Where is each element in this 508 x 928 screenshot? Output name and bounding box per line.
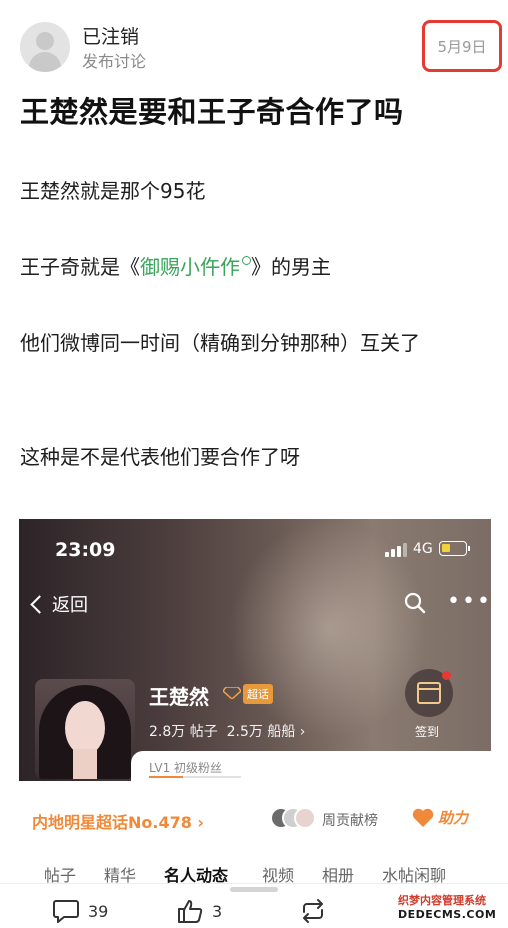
rank-link[interactable]: 内地明星超话No.478 ›	[32, 809, 204, 833]
search-icon	[242, 256, 251, 265]
battery-icon	[439, 541, 470, 556]
diamond-icon	[223, 687, 241, 699]
paragraph-4: 这种是不是代表他们要合作了呀	[20, 445, 300, 469]
repost-button[interactable]	[298, 898, 336, 924]
notification-dot	[442, 671, 451, 680]
sign-in-label: 签到	[415, 725, 440, 739]
like-button[interactable]: 3	[176, 898, 222, 924]
boost-button[interactable]: 助力	[412, 807, 468, 828]
weekly-contribution-link[interactable]: 周贡献榜	[322, 810, 378, 830]
super-topic-badge: 超话	[243, 684, 273, 704]
comment-icon	[53, 900, 79, 923]
sign-in-button[interactable]	[405, 669, 453, 717]
level-progress-fill	[149, 776, 184, 778]
bottom-action-bar: 39 3 织梦内容管理系统 DEDECMS.COM	[0, 883, 508, 928]
profile-name: 王楚然	[149, 685, 209, 709]
post-header: 已注销 发布讨论 5月9日	[0, 0, 508, 86]
network-label: 4G	[413, 541, 433, 557]
like-count: 3	[212, 901, 223, 921]
drag-handle[interactable]	[230, 887, 278, 892]
status-time: 23:09	[55, 539, 116, 561]
watermark-text: 织梦内容管理系统	[398, 894, 486, 907]
thumbs-up-icon	[178, 900, 203, 923]
search-icon[interactable]	[403, 591, 427, 615]
photo-face	[65, 701, 105, 755]
drama-link[interactable]: 御赐小仵作	[140, 255, 251, 279]
avatar[interactable]	[20, 22, 70, 72]
comment-button[interactable]: 39	[52, 898, 108, 924]
profile-photo[interactable]	[35, 679, 135, 779]
paragraph-1: 王楚然就是那个95花	[20, 179, 206, 203]
fan-level: LV1 初级粉丝	[149, 761, 223, 775]
post-subtitle: 发布讨论	[82, 52, 147, 71]
paragraph-2-after: 》的男主	[251, 255, 331, 279]
back-button[interactable]: 返回	[30, 591, 88, 617]
photo-neck	[73, 749, 97, 779]
author-name[interactable]: 已注销	[82, 22, 139, 49]
repost-icon	[303, 899, 323, 923]
profile-stats: 2.8万 帖子 2.5万 船船 ›	[149, 721, 305, 741]
drama-link-label: 御赐小仵作	[140, 255, 240, 279]
watermark-domain: DEDECMS.COM	[398, 908, 497, 921]
heart-icon	[412, 808, 434, 827]
rank-row: 内地明星超话No.478 › 周贡献榜 助力	[0, 795, 508, 845]
date-highlight: 5月9日	[422, 20, 502, 72]
paragraph-2: 王子奇就是《御赐小仵作 》的男主	[20, 248, 488, 286]
comment-count: 39	[88, 901, 109, 921]
post-title: 王楚然是要和王子奇合作了吗	[20, 95, 404, 129]
fans-count[interactable]: 2.5万 船船 ›	[227, 724, 306, 740]
contributor-avatar	[294, 807, 316, 829]
embedded-screenshot[interactable]: 23:09 4G 返回 ••• 王楚然 超话 2.8万 帖子 2.5万 船船 ›…	[19, 519, 491, 781]
signal-icon	[385, 543, 407, 557]
post-date: 5月9日	[437, 37, 487, 56]
level-progress-bar	[149, 776, 241, 778]
posts-count: 2.8万 帖子	[149, 724, 218, 740]
paragraph-2-before: 王子奇就是《	[20, 255, 140, 279]
boost-label: 助力	[438, 809, 469, 827]
more-icon[interactable]: •••	[447, 591, 491, 613]
paragraph-3: 他们微博同一时间（精确到分钟那种）互关了	[20, 331, 420, 355]
calendar-icon	[417, 682, 441, 704]
chevron-left-icon	[30, 594, 49, 614]
back-label: 返回	[52, 595, 88, 616]
avatar-head	[36, 32, 54, 50]
avatar-body	[29, 52, 61, 72]
contributor-avatars	[270, 807, 318, 831]
